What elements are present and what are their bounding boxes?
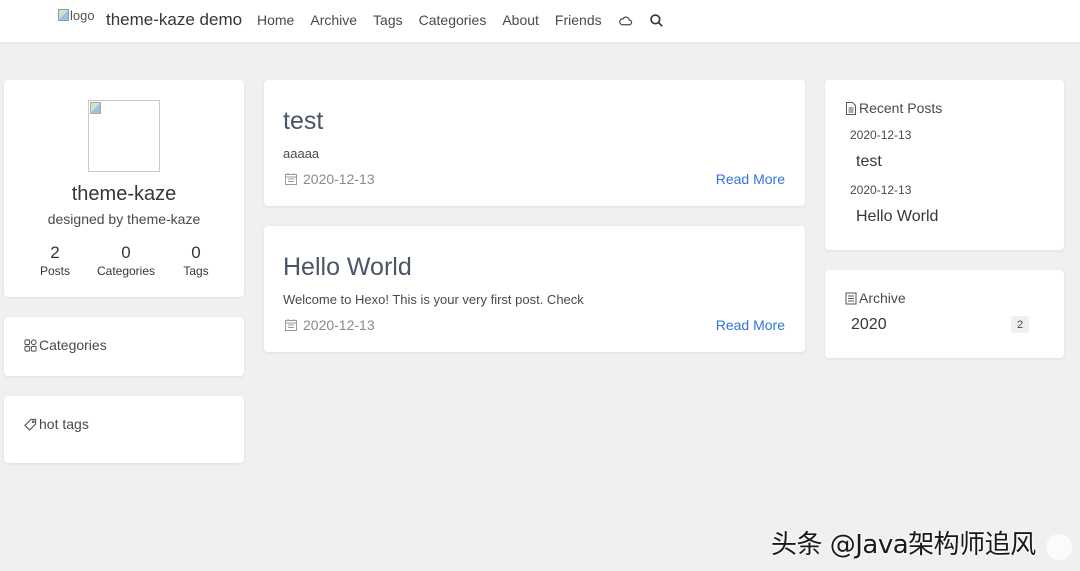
corner-overlay-icon (1046, 534, 1072, 560)
post-excerpt: aaaaa (283, 146, 320, 161)
archive-card: Archive 2020 2 (825, 270, 1064, 358)
post-title[interactable]: Hello World (283, 253, 412, 282)
profile-card: theme-kaze designed by theme-kaze 2 Post… (4, 80, 244, 297)
recent-post-link[interactable]: test (856, 153, 882, 171)
nav-menu: Home Archive Tags Categories About Frien… (257, 12, 680, 28)
post-date: 2020-12-13 (284, 317, 375, 333)
stat-categories[interactable]: 0 Categories (92, 244, 160, 279)
profile-name: theme-kaze (71, 183, 177, 205)
categories-card-title: Categories (24, 337, 107, 353)
calendar-icon (285, 319, 297, 331)
post-date-text: 2020-12-13 (303, 171, 375, 187)
post-title[interactable]: test (283, 107, 323, 136)
watermark-text: 头条 @Java架构师追风 (771, 530, 1036, 560)
recent-posts-label: Recent Posts (859, 100, 943, 116)
nav-item-home[interactable]: Home (257, 12, 294, 28)
hot-tags-card: hot tags (4, 396, 244, 463)
broken-image-icon (90, 102, 101, 114)
post-card: Hello World Welcome to Hexo! This is you… (264, 226, 805, 352)
nav-item-archive[interactable]: Archive (310, 12, 357, 28)
recent-post-link[interactable]: Hello World (856, 208, 938, 226)
archive-icon (845, 292, 857, 304)
recent-post-date: 2020-12-13 (850, 183, 912, 197)
stat-tags[interactable]: 0 Tags (176, 244, 216, 279)
archive-title: Archive (845, 290, 906, 306)
grid-icon (24, 338, 37, 352)
calendar-icon (285, 173, 297, 185)
stat-label: Categories (96, 264, 156, 278)
stat-posts[interactable]: 2 Posts (34, 244, 76, 279)
recent-posts-card: Recent Posts 2020-12-13 test 2020-12-13 … (825, 80, 1064, 250)
site-brand[interactable]: theme-kaze demo (106, 10, 242, 30)
document-icon (846, 101, 856, 115)
hot-tags-title: hot tags (24, 416, 89, 432)
categories-card: Categories (4, 317, 244, 376)
stat-value: 0 (191, 243, 201, 262)
post-card: test aaaaa 2020-12-13 Read More (264, 80, 805, 206)
tag-icon (24, 418, 37, 431)
nav-item-categories[interactable]: Categories (419, 12, 487, 28)
archive-label: Archive (859, 290, 906, 306)
post-excerpt: Welcome to Hexo! This is your very first… (283, 292, 584, 307)
navbar: logo theme-kaze demo Home Archive Tags C… (0, 0, 1080, 43)
post-date-text: 2020-12-13 (303, 317, 375, 333)
post-date: 2020-12-13 (284, 171, 375, 187)
logo-alt-text: logo (70, 7, 95, 23)
stat-label: Posts (39, 264, 70, 278)
stat-value: 0 (121, 243, 131, 262)
archive-year-link[interactable]: 2020 (851, 316, 887, 334)
profile-description: designed by theme-kaze (47, 211, 201, 227)
avatar (88, 100, 160, 172)
broken-image-icon (58, 9, 69, 21)
stat-value: 2 (50, 243, 60, 262)
read-more-link[interactable]: Read More (716, 317, 785, 333)
nav-item-tags[interactable]: Tags (373, 12, 403, 28)
read-more-link[interactable]: Read More (716, 171, 785, 187)
nav-item-friends[interactable]: Friends (555, 12, 602, 28)
stat-label: Tags (183, 264, 209, 278)
archive-count-badge: 2 (1011, 316, 1029, 333)
search-icon[interactable] (649, 13, 664, 28)
logo-image[interactable]: logo (58, 6, 102, 24)
categories-card-label: Categories (39, 337, 107, 353)
nav-item-about[interactable]: About (502, 12, 539, 28)
recent-post-date: 2020-12-13 (850, 128, 912, 142)
recent-posts-title: Recent Posts (845, 100, 942, 116)
cloud-icon[interactable] (618, 13, 633, 28)
hot-tags-label: hot tags (39, 416, 89, 432)
